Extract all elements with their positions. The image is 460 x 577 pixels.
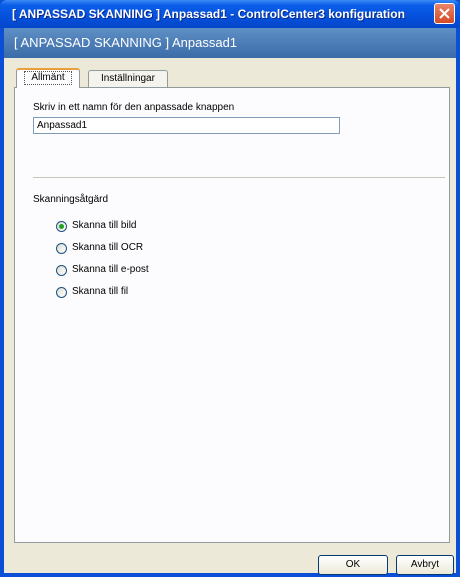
radio-button[interactable] [56, 265, 67, 276]
radio-label: Skanna till fil [72, 286, 129, 297]
tab-allmant[interactable]: Allmänt [16, 68, 80, 88]
radio-label: Skanna till e-post [72, 264, 149, 275]
dialog-window: [ ANPASSAD SKANNING ] Anpassad1 - Contro… [0, 0, 460, 577]
radio-button[interactable] [56, 243, 67, 254]
name-prompt-label: Skriv in ett namn för den anpassade knap… [33, 102, 235, 113]
radio-button-checked[interactable] [56, 221, 67, 232]
title-bar[interactable]: [ ANPASSAD SKANNING ] Anpassad1 - Contro… [0, 0, 460, 28]
radio-label: Skanna till OCR [72, 242, 144, 253]
cancel-button[interactable]: Avbryt [396, 555, 454, 575]
header-title: [ ANPASSAD SKANNING ] Anpassad1 [14, 35, 238, 50]
dialog-client-area: [ ANPASSAD SKANNING ] Anpassad1 Allmänt … [4, 28, 456, 575]
separator [33, 177, 445, 178]
tab-installningar[interactable]: Inställningar [88, 70, 168, 88]
window-title: [ ANPASSAD SKANNING ] Anpassad1 - Contro… [12, 7, 405, 21]
header-band: [ ANPASSAD SKANNING ] Anpassad1 [4, 28, 456, 58]
tab-label: Allmänt [24, 71, 72, 85]
ok-button[interactable]: OK [318, 555, 388, 575]
tab-panel: Skriv in ett namn för den anpassade knap… [14, 87, 450, 543]
tab-label: Inställningar [101, 73, 155, 84]
radio-label: Skanna till bild [72, 220, 137, 231]
close-icon [439, 8, 450, 19]
scan-action-label: Skanningsåtgärd [33, 194, 109, 205]
close-button[interactable] [434, 3, 455, 24]
button-name-input[interactable]: Anpassad1 [33, 117, 340, 134]
radio-button[interactable] [56, 287, 67, 298]
